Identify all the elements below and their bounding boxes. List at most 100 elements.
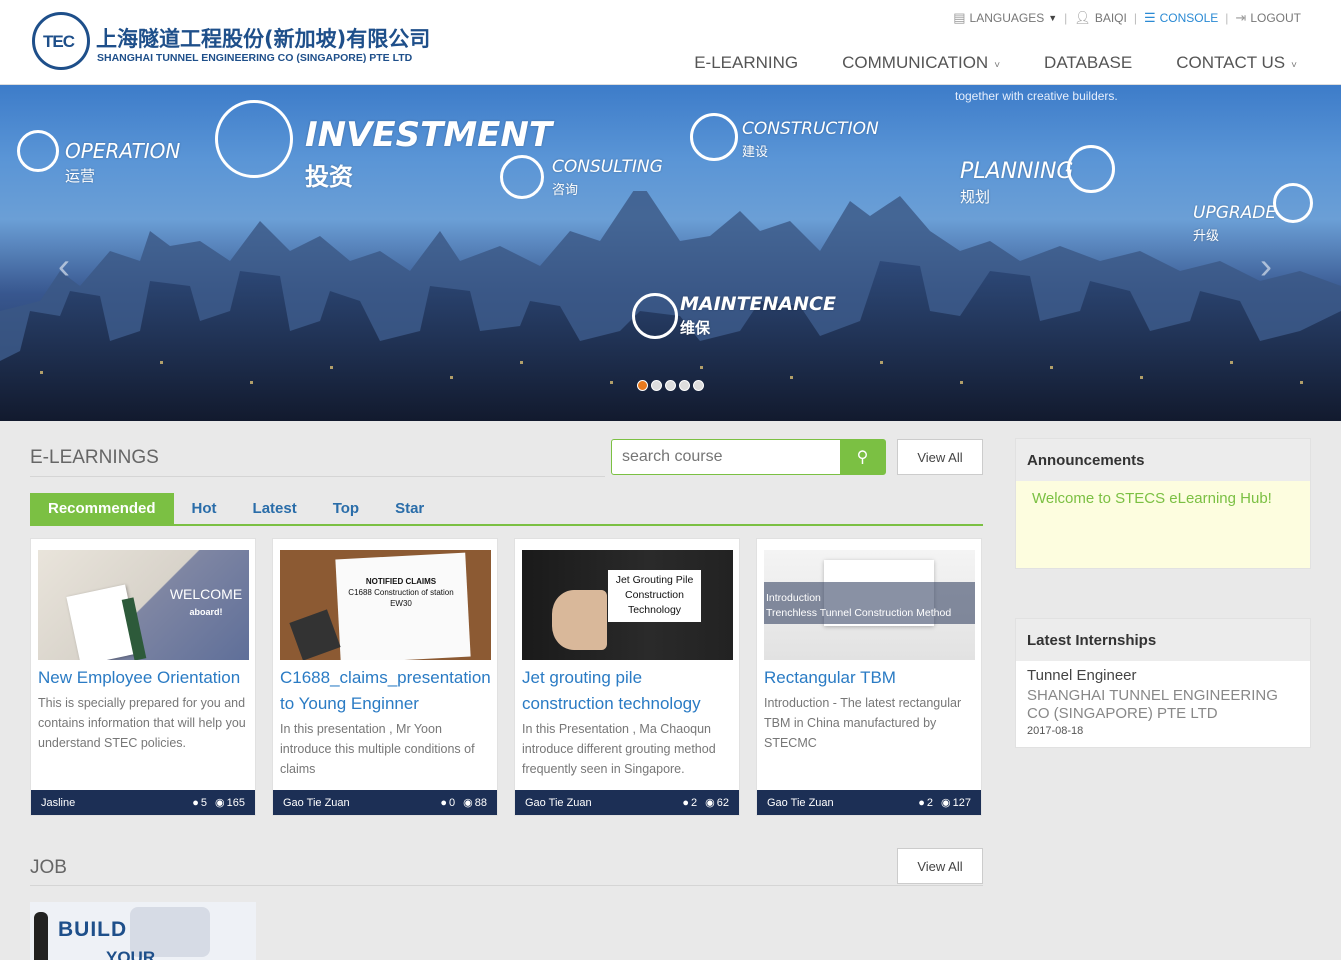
course-thumbnail[interactable]: WELCOME aboard!	[38, 550, 249, 660]
view-count: ◉ 127	[941, 796, 971, 810]
gear-icon	[17, 130, 59, 172]
tab-top[interactable]: Top	[315, 493, 377, 524]
announcement-item[interactable]: Welcome to STECS eLearning Hub!	[1016, 481, 1310, 568]
view-count: ◉ 165	[215, 796, 245, 810]
course-title[interactable]: C1688_claims_presentation to Young Engin…	[280, 665, 494, 717]
course-card[interactable]: NOTIFIED CLAIMS C1688 Construction of sta…	[272, 538, 498, 816]
carousel-dot-2[interactable]	[651, 380, 662, 391]
logout-link[interactable]: ⇥ LOGOUT	[1235, 10, 1301, 26]
carousel-dot-5[interactable]	[693, 380, 704, 391]
learner-count: ● 2	[918, 796, 934, 809]
eye-icon: ◉	[463, 797, 473, 809]
course-footer: Gao Tie Zuan ● 2 ◉ 62	[515, 790, 739, 815]
nav-contact-us[interactable]: CONTACT US ˅	[1176, 53, 1297, 73]
course-description: Introduction - The latest rectangular TB…	[764, 696, 962, 750]
languages-label: LANGUAGES	[969, 11, 1045, 25]
company-name-cn: 上海隧道工程股份(新加坡)有限公司	[96, 27, 431, 51]
building-icon	[215, 100, 293, 178]
learner-count: ● 2	[682, 796, 698, 809]
course-card[interactable]: Introduction Trenchless Tunnel Constructi…	[756, 538, 982, 816]
course-footer: Gao Tie Zuan ● 0 ◉ 88	[273, 790, 497, 815]
internship-date: 2017-08-18	[1027, 725, 1084, 737]
caret-down-icon: ▼	[1048, 13, 1058, 23]
nav-e-learning[interactable]: E-LEARNING	[694, 53, 798, 73]
course-footer: Jasline ● 5 ◉ 165	[31, 790, 255, 815]
job-thumbnail[interactable]: BUILD YOUR	[30, 902, 256, 960]
divider	[30, 885, 983, 886]
chevron-down-icon: ˅	[994, 60, 1001, 71]
learner-count: ● 0	[440, 796, 456, 809]
carousel-dot-4[interactable]	[679, 380, 690, 391]
internship-company: SHANGHAI TUNNEL ENGINEERING CO (SINGAPOR…	[1027, 687, 1278, 722]
course-title[interactable]: New Employee Orientation	[38, 665, 252, 691]
eye-icon: ◉	[941, 797, 951, 809]
top-links: ▤ LANGUAGES ▼ | 👤︎ BAIQI | ☰ CONSOLE | ⇥…	[953, 10, 1301, 26]
carousel-prev-button[interactable]: ‹	[58, 245, 70, 287]
announcements-panel: Announcements Welcome to STECS eLearning…	[1015, 438, 1311, 569]
thumb-caption: NOTIFIED CLAIMS C1688 Construction of sta…	[348, 577, 454, 608]
shield-icon	[632, 293, 678, 339]
tab-star[interactable]: Star	[377, 493, 442, 524]
job-heading: JOB	[30, 857, 67, 878]
logout-label: LOGOUT	[1250, 11, 1301, 25]
course-title[interactable]: Rectangular TBM	[764, 665, 978, 691]
course-thumbnail[interactable]: Introduction Trenchless Tunnel Constructi…	[764, 550, 975, 660]
carousel-dot-3[interactable]	[665, 380, 676, 391]
thumb-caption: Introduction Trenchless Tunnel Constructi…	[766, 592, 952, 619]
nav-database[interactable]: DATABASE	[1044, 53, 1132, 73]
console-link[interactable]: ☰ CONSOLE	[1144, 10, 1218, 26]
hero-word-upgrade: UPGRADE 升级	[1193, 203, 1277, 244]
elearnings-heading: E-LEARNINGS	[30, 447, 159, 468]
course-card[interactable]: Jet Grouting Pile Construction Technolog…	[514, 538, 740, 816]
course-footer: Gao Tie Zuan ● 2 ◉ 127	[757, 790, 981, 815]
job-view-all-button[interactable]: View All	[897, 848, 983, 884]
crane-icon	[690, 113, 738, 161]
course-title[interactable]: Jet grouting pile construction technolog…	[522, 665, 736, 717]
course-description: In this presentation , Mr Yoon introduce…	[280, 722, 475, 776]
course-author: Gao Tie Zuan	[525, 796, 592, 809]
course-description: This is specially prepared for you and c…	[38, 696, 246, 750]
view-count: ◉ 62	[705, 796, 729, 810]
languages-menu[interactable]: ▤ LANGUAGES ▼	[953, 10, 1057, 26]
tab-hot[interactable]: Hot	[174, 493, 235, 524]
site-header: TEC 上海隧道工程股份(新加坡)有限公司 SHANGHAI TUNNEL EN…	[0, 0, 1341, 85]
course-thumbnail[interactable]: Jet Grouting Pile Construction Technolog…	[522, 550, 733, 660]
hero-word-consulting: CONSULTING 咨询	[552, 157, 663, 198]
course-tabs: Recommended Hot Latest Top Star	[30, 493, 983, 526]
course-author: Gao Tie Zuan	[767, 796, 834, 809]
chevron-down-icon: ˅	[1291, 60, 1297, 71]
logout-icon: ⇥	[1235, 10, 1247, 25]
tab-latest[interactable]: Latest	[235, 493, 315, 524]
users-icon: ●	[918, 796, 925, 809]
hero-word-planning: PLANNING 规划	[960, 159, 1074, 206]
divider	[30, 476, 605, 477]
course-thumbnail[interactable]: NOTIFIED CLAIMS C1688 Construction of sta…	[280, 550, 491, 660]
carousel-indicators	[637, 380, 704, 391]
course-card[interactable]: WELCOME aboard! New Employee Orientation …	[30, 538, 256, 816]
hand-icon	[1067, 145, 1115, 193]
internship-position[interactable]: Tunnel Engineer	[1027, 667, 1299, 684]
internships-heading: Latest Internships	[1016, 619, 1310, 661]
tab-recommended[interactable]: Recommended	[30, 493, 174, 524]
search-input[interactable]	[612, 440, 840, 474]
chat-icon	[500, 155, 544, 199]
elearnings-view-all-button[interactable]: View All	[897, 439, 983, 475]
users-icon: ●	[682, 796, 690, 809]
company-logo[interactable]: TEC 上海隧道工程股份(新加坡)有限公司 SHANGHAI TUNNEL EN…	[32, 12, 430, 72]
course-search: ⚲	[611, 439, 886, 475]
carousel-dot-1[interactable]	[637, 380, 648, 391]
carousel-next-button[interactable]: ›	[1260, 245, 1272, 287]
hero-word-construction: CONSTRUCTION 建设	[742, 119, 879, 160]
user-label: BAIQI	[1094, 11, 1127, 25]
nav-communication[interactable]: COMMUNICATION ˅	[842, 53, 1000, 73]
hero-word-maintenance: MAINTENANCE 维保	[680, 293, 836, 337]
internship-item[interactable]: Tunnel Engineer SHANGHAI TUNNEL ENGINEER…	[1016, 661, 1310, 743]
logo-mark-icon: TEC	[32, 12, 90, 70]
job-thumb-subcaption: YOUR	[106, 948, 156, 960]
search-button[interactable]: ⚲	[840, 440, 885, 474]
course-author: Gao Tie Zuan	[283, 796, 350, 809]
learner-count: ● 5	[192, 796, 208, 809]
translate-icon: ▤	[953, 10, 966, 25]
user-link[interactable]: 👤︎ BAIQI	[1074, 10, 1127, 26]
job-thumb-caption: BUILD	[58, 918, 128, 941]
